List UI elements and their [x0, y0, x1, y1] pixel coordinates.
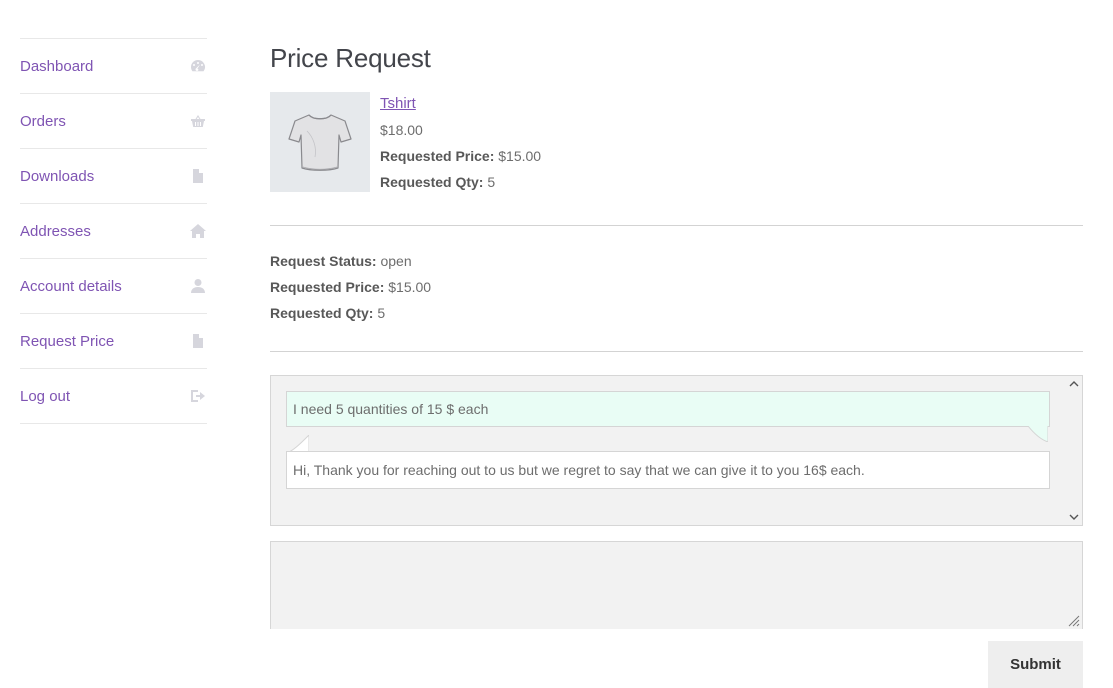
nav-item-label[interactable]: Orders [20, 113, 66, 130]
nav-item-addresses[interactable]: Addresses [20, 204, 207, 259]
conversation-scrollbar[interactable] [1066, 376, 1082, 525]
tshirt-image [288, 114, 352, 171]
product-info: Tshirt $18.00 Requested Price: $15.00 Re… [380, 90, 541, 195]
price-request-main: Price Request Tshirt $18.00 Requested Pr… [270, 38, 1083, 629]
logout-icon [189, 387, 207, 405]
requested-price-value: $15.00 [498, 148, 542, 164]
conversation-panel[interactable]: I need 5 quantities of 15 $ each Hi, Tha… [270, 375, 1083, 526]
page-title: Price Request [270, 43, 431, 73]
divider [270, 351, 1083, 352]
product-price: $18.00 [380, 122, 423, 138]
nav-item-label[interactable]: Account details [20, 278, 122, 295]
home-icon [189, 222, 207, 240]
nav-item-downloads[interactable]: Downloads [20, 149, 207, 204]
request-price-value: $15.00 [388, 279, 432, 295]
requested-qty-value: 5 [487, 174, 496, 190]
scroll-up-icon[interactable] [1069, 379, 1079, 389]
nav-item-request-price[interactable]: Request Price [20, 314, 207, 369]
request-status-label: Request Status: [270, 253, 377, 269]
nav-item-orders[interactable]: Orders [20, 94, 207, 149]
requested-price-label: Requested Price: [380, 148, 495, 164]
user-icon [189, 277, 207, 295]
divider [270, 225, 1083, 226]
requested-qty-label: Requested Qty: [380, 174, 484, 190]
basket-icon [189, 112, 207, 130]
nav-item-label[interactable]: Dashboard [20, 58, 93, 75]
nav-item-label[interactable]: Request Price [20, 333, 114, 350]
nav-item-dashboard[interactable]: Dashboard [20, 39, 207, 94]
dashboard-icon [189, 57, 207, 75]
file-download-icon [189, 167, 207, 185]
nav-item-label[interactable]: Log out [20, 388, 70, 405]
product-thumbnail[interactable] [270, 92, 370, 192]
document-icon [189, 332, 207, 350]
admin-message: Hi, Thank you for reaching out to us but… [286, 451, 1050, 489]
nav-item-label[interactable]: Downloads [20, 168, 94, 185]
submit-button[interactable]: Submit [988, 641, 1083, 688]
product-link[interactable]: Tshirt [380, 95, 416, 112]
nav-item-account-details[interactable]: Account details [20, 259, 207, 314]
resize-handle-icon[interactable] [1068, 615, 1080, 627]
product-summary: Tshirt $18.00 Requested Price: $15.00 Re… [270, 92, 1083, 195]
request-status-value: open [380, 253, 412, 269]
request-price-label: Requested Price: [270, 279, 385, 295]
request-qty-label: Requested Qty: [270, 305, 374, 321]
customer-message: I need 5 quantities of 15 $ each [286, 391, 1050, 427]
request-status-block: Request Status: open Requested Price: $1… [270, 248, 1083, 326]
customer-bubble-tail [1028, 426, 1048, 442]
admin-bubble-tail [289, 435, 309, 452]
account-navigation: Dashboard Orders Downloads Addresses Acc… [20, 38, 207, 424]
scroll-down-icon[interactable] [1069, 512, 1079, 522]
request-qty-value: 5 [377, 305, 386, 321]
nav-item-label[interactable]: Addresses [20, 223, 91, 240]
nav-item-log-out[interactable]: Log out [20, 369, 207, 424]
reply-textarea[interactable] [270, 541, 1083, 629]
